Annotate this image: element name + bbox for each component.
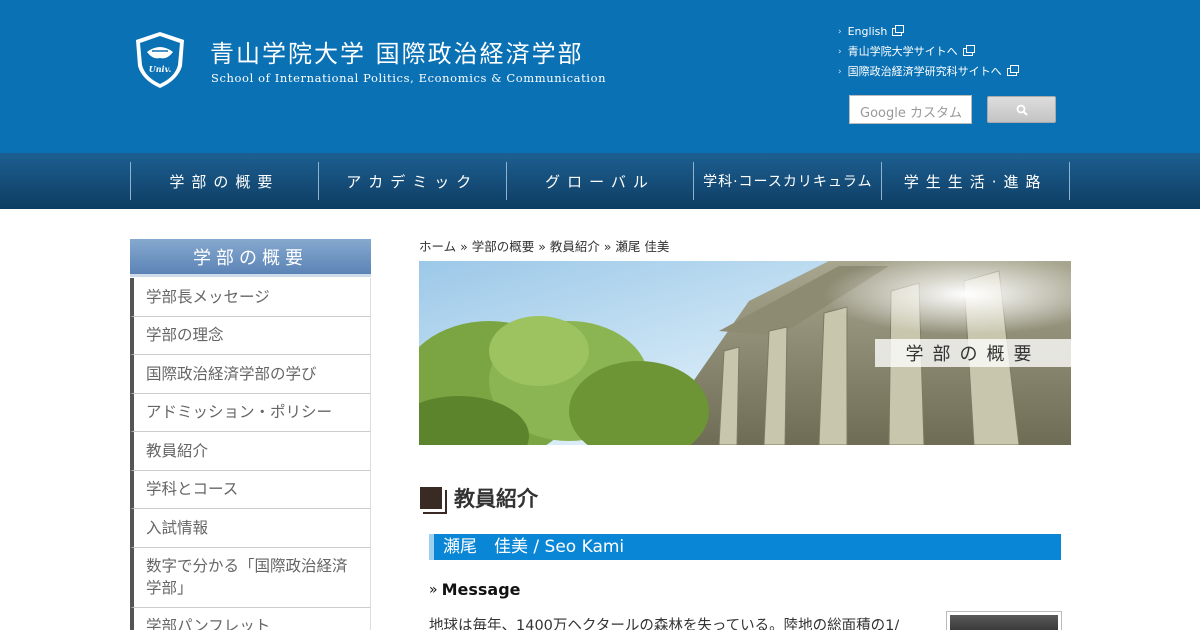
sidebar-item-philosophy[interactable]: 学部の理念 [130, 316, 371, 355]
faculty-portrait [946, 611, 1062, 630]
university-crest-icon[interactable]: Univ. [134, 30, 186, 90]
nav-item-student-life[interactable]: 学生生活·進路 [882, 162, 1070, 200]
chevron-right-icon: › [838, 27, 842, 37]
sidebar-item-departments[interactable]: 学科とコース [130, 470, 371, 509]
utility-links: › English › 青山学院大学サイトへ › 国際政治経済学研究科サイトへ [838, 22, 1019, 82]
global-nav: 学部の概要 アカデミック グローバル 学科·コースカリキュラム 学生生活·進路 [0, 153, 1200, 209]
util-link-university[interactable]: › 青山学院大学サイトへ [838, 42, 1017, 62]
site-title[interactable]: 青山学院大学 国際政治経済学部 [210, 34, 584, 69]
chevron-right-icon: › [838, 67, 842, 77]
util-link-english[interactable]: › English [838, 22, 1017, 42]
faculty-name-bar: 瀬尾 佳美 / Seo Kami [429, 534, 1061, 560]
external-link-icon [1006, 65, 1019, 76]
page-title: 教員紹介 [454, 487, 538, 511]
portrait-photo [950, 615, 1058, 630]
site-subtitle: School of International Politics, Econom… [211, 71, 607, 85]
double-chevron-right-icon: » [429, 581, 438, 598]
sidebar-heading[interactable]: 学部の概要 [130, 239, 371, 277]
sidebar-item-numbers[interactable]: 数字で分かる「国際政治経済学部」 [130, 547, 371, 608]
sidebar-item-pamphlet[interactable]: 学部パンフレット [130, 607, 371, 630]
search-button[interactable] [987, 96, 1056, 123]
sidebar-item-learning[interactable]: 国際政治経済学部の学び [130, 355, 371, 394]
nav-item-global[interactable]: グローバル [507, 162, 695, 200]
external-link-icon [892, 25, 905, 36]
sidebar-item-faculty[interactable]: 教員紹介 [130, 432, 371, 471]
site-header: Univ. 青山学院大学 国際政治経済学部 School of Internat… [0, 0, 1200, 153]
breadcrumb: ホーム » 学部の概要 » 教員紹介 » 瀬尾 佳美 [419, 239, 670, 254]
util-link-graduate-school[interactable]: › 国際政治経済学研究科サイトへ [838, 62, 1019, 82]
message-heading: » Message [429, 580, 521, 599]
page-heading: 教員紹介 [420, 483, 538, 514]
hero-image: 学部の概要 [419, 261, 1071, 445]
sidebar-item-admissions[interactable]: 入試情報 [130, 509, 371, 548]
sidebar-menu: 学部長メッセージ 学部の理念 国際政治経済学部の学び アドミッション・ポリシー … [130, 278, 371, 630]
external-link-icon [962, 45, 975, 56]
square-bullet-icon [420, 487, 447, 514]
nav-item-curriculum[interactable]: 学科·コースカリキュラム [694, 162, 883, 200]
chevron-right-icon: › [838, 47, 842, 57]
message-text: 地球は毎年、1400万ヘクタールの森林を失っている。陸地の総面積の1/ [429, 618, 900, 630]
nav-item-overview[interactable]: 学部の概要 [131, 162, 319, 200]
nav-item-academic[interactable]: アカデミック [319, 162, 507, 200]
sidebar-item-dean-message[interactable]: 学部長メッセージ [130, 278, 371, 317]
hero-label: 学部の概要 [875, 339, 1071, 367]
search-input[interactable]: Google カスタム [849, 95, 972, 124]
svg-text:Univ.: Univ. [149, 64, 172, 74]
search-icon [1016, 104, 1028, 116]
sidebar-item-admission-policy[interactable]: アドミッション・ポリシー [130, 393, 371, 432]
